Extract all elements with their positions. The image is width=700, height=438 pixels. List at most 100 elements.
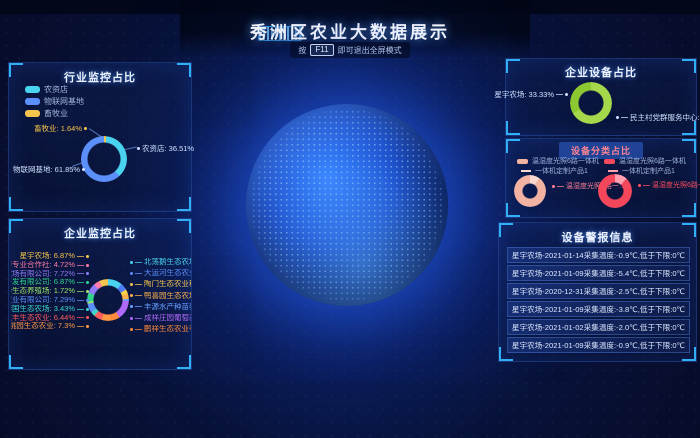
callout-label: 陶门生态农业科技有限公 — [130, 280, 191, 288]
callout-dot — [84, 127, 87, 130]
callout-dot — [130, 261, 133, 264]
legend-item[interactable]: 温湿度光照6路一体机 — [517, 156, 599, 166]
alarm-row[interactable]: 星宇农场-2021-01-09采集温度:-3.8℃,低于下限:0℃ — [507, 301, 690, 317]
callout-label: 鸭喜园生态农场: 4.29 — [130, 292, 191, 300]
legend-label: 一体机定制产品1 — [535, 166, 588, 176]
callout-label: 农资店: 36.51% — [137, 143, 194, 154]
dashboard-root: 秀洲区农业大数据展示 按 F11 即可退出全屏模式 行业监控占比 农资店 物联网… — [0, 0, 700, 438]
callout-text: 丰源水产种苗养殖场: 1. — [144, 303, 191, 311]
callout-text: 物联网基地: 61.85% — [13, 164, 80, 175]
callout-text: 民主村党群服务中心: — [630, 112, 700, 123]
callout-line — [77, 309, 84, 310]
legend-label: 温湿度光照6路一体机 — [532, 156, 599, 166]
hint-prefix: 按 — [298, 45, 306, 56]
legend-swatch — [25, 110, 40, 117]
legend-swatch — [608, 170, 618, 172]
callout-text: 鹏祥生态农业有限公司: 6.87% — [144, 325, 191, 333]
enterprise-donut-chart[interactable] — [87, 279, 129, 321]
callout-line — [621, 117, 628, 118]
legend-item[interactable]: 物联网基地 — [25, 96, 84, 107]
callout-dot — [552, 185, 555, 188]
panel-title: 企业监控占比 — [9, 225, 191, 241]
equipment-donut-chart[interactable] — [570, 82, 612, 124]
alarm-row[interactable]: 星宇农场-2021-01-14采集温度:-0.9℃,低于下限:0℃ — [507, 247, 690, 263]
callout-text: 国开发有限公司: 6.87% — [11, 278, 75, 287]
legend-label: 畜牧业 — [44, 108, 68, 119]
legend-swatch — [521, 170, 531, 172]
panel-title: 行业监控占比 — [9, 69, 191, 85]
callout-line — [557, 186, 564, 187]
callout-text: 中禾农业有限公司: 7.29% — [11, 296, 75, 305]
callout-dot — [130, 317, 133, 320]
callout-label: 中禾农业有限公司: 7.29% — [11, 296, 89, 305]
callout-text: 李国生态农场: 3.43% — [11, 305, 75, 314]
fullscreen-hint: 按 F11 即可退出全屏模式 — [0, 42, 700, 58]
panel-industry-monitoring: 行业监控占比 农资店 物联网基地 畜牧业 畜牧业: 1.64% 农资店: 36.… — [8, 62, 192, 212]
callout-line — [135, 306, 142, 307]
alarm-row[interactable]: 星宇农场-2021-01-09采集温度:-5.4℃,低于下限:0℃ — [507, 265, 690, 281]
callout-text: 农资店: 36.51% — [142, 143, 194, 154]
callout-line — [77, 282, 84, 283]
alarm-row[interactable]: 星宇农场-2021-01-09采集温度:-0.9℃,低于下限:0℃ — [507, 337, 690, 353]
callout-dot — [86, 255, 89, 258]
panel-device-category: 设备分类占比 温湿度光照6路一体机 一体机定制产品1 温湿度光照6路一… 温湿度… — [505, 138, 697, 218]
callout-label: 李国生态农场: 3.43% — [11, 305, 89, 314]
legend-item[interactable]: 温湿度光照6路一体机 — [604, 156, 686, 166]
globe-visualization[interactable] — [246, 104, 448, 306]
callout-text: 北荡鹅生态农场: 11.16% — [144, 258, 191, 266]
callout-text: 畜牧业: 1.64% — [34, 123, 82, 134]
callout-label: 上华生态养殖场: 1.72% — [11, 287, 89, 296]
callout-label: 丰源水产种苗养殖场: 1. — [130, 303, 191, 311]
callout-label: 秀绿葡萄专业合作社: 4.72% — [11, 261, 89, 270]
callout-line — [77, 317, 84, 318]
legend-label: 物联网基地 — [44, 96, 84, 107]
callout-label: 家庭农场有限公司: 7.72% — [11, 270, 89, 279]
callout-dot — [130, 294, 133, 297]
callout-line — [135, 295, 142, 296]
callout-label: 星宇农场: 33.33% — [514, 89, 568, 100]
callout-line — [556, 94, 563, 95]
alarm-row[interactable]: 星宇农场-2021-01-02采集温度:-2.0℃,低于下限:0℃ — [507, 319, 690, 335]
callout-label: 成祥庄园葡萄基地: 15.02% — [130, 314, 191, 322]
industry-donut-chart[interactable] — [81, 136, 127, 182]
callout-dot — [86, 281, 89, 284]
callout-line — [135, 318, 142, 319]
device-category-left-donut[interactable] — [514, 175, 546, 207]
callout-label: 畜牧业: 1.64% — [23, 123, 87, 134]
device-category-right-donut[interactable] — [598, 174, 632, 208]
callout-line — [77, 300, 84, 301]
callout-line — [135, 273, 142, 274]
callout-line — [643, 185, 650, 186]
callout-dot — [86, 299, 89, 302]
legend-swatch — [25, 98, 40, 105]
callout-line — [125, 147, 137, 150]
callout-text: 仁丰生态农业: 6.44% — [11, 314, 75, 323]
panel-device-alarms: 设备警报信息 星宇农场-2021-01-14采集温度:-0.9℃,低于下限:0℃… — [498, 222, 697, 362]
callout-line — [135, 262, 142, 263]
callout-dot — [130, 283, 133, 286]
callout-dot — [130, 328, 133, 331]
callout-line — [135, 284, 142, 285]
alarm-row[interactable]: 星宇农场-2020-12-31采集温度:-2.5℃,低于下限:0℃ — [507, 283, 690, 299]
callout-label: 大运河生态农业有限责任公 — [130, 269, 191, 277]
legend-label: 温湿度光照6路一体机 — [619, 156, 686, 166]
callout-text: 星宇农场: 6.87% — [20, 252, 75, 261]
callout-text: 成祥庄园葡萄基地: 15.02% — [144, 314, 191, 322]
callout-text: 星宇农场: 33.33% — [494, 89, 554, 100]
panel-enterprise-monitoring: 企业监控占比 星宇农场: 6.87% 秀绿葡萄专业合作社: 4.72% 家庭农场… — [8, 218, 192, 370]
callout-text: 大运河生态农业有限责任公 — [144, 269, 191, 277]
callout-dot — [86, 264, 89, 267]
callout-line — [77, 291, 84, 292]
page-title: 秀洲区农业大数据展示 — [0, 18, 700, 43]
callout-dot — [137, 147, 140, 150]
legend-item[interactable]: 农资店 — [25, 84, 68, 95]
callout-text: 温湿度光照6路一… — [652, 180, 700, 190]
callout-dot — [130, 272, 133, 275]
callout-dot — [86, 325, 89, 328]
callout-label: 国开发有限公司: 6.87% — [11, 278, 89, 287]
f11-keycap: F11 — [310, 44, 333, 56]
legend-item[interactable]: 畜牧业 — [25, 108, 68, 119]
hint-suffix: 即可退出全屏模式 — [338, 45, 402, 56]
callout-label: 星宇农场: 6.87% — [11, 252, 89, 261]
callout-text: 上华生态养殖场: 1.72% — [11, 287, 75, 296]
